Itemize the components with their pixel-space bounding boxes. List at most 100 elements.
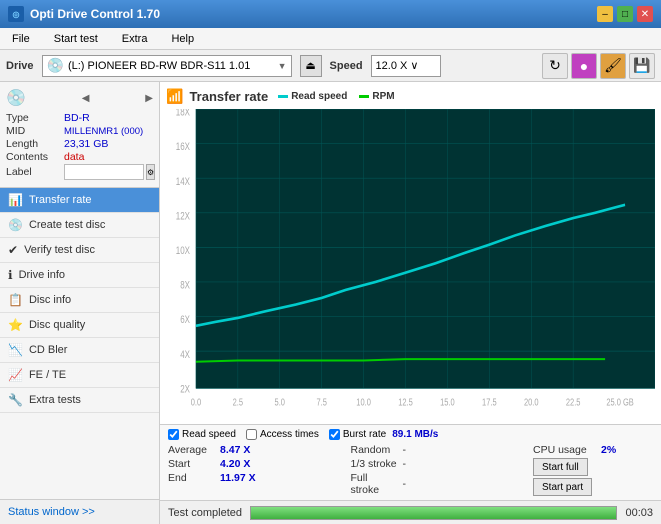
close-button[interactable]: ✕ [637, 6, 653, 22]
svg-text:20.0: 20.0 [524, 397, 539, 408]
stats-start-value: 4.20 X [220, 458, 258, 470]
eject-button[interactable]: ⏏ [300, 55, 322, 77]
svg-text:12X: 12X [176, 209, 191, 221]
stats-end-row: End 11.97 X [168, 472, 351, 484]
menu-start-test[interactable]: Start test [46, 31, 106, 47]
read-speed-checkbox[interactable] [168, 429, 179, 440]
drive-label: Drive [6, 60, 34, 72]
disc-type-value: BD-R [64, 112, 90, 124]
drive-selector[interactable]: 💿 (L:) PIONEER BD-RW BDR-S11 1.01 ▼ [42, 55, 292, 77]
stats-area: Read speed Access times Burst rate 89.1 … [160, 424, 661, 500]
disc-mid-row: MID MILLENMR1 (000) [6, 125, 153, 137]
burst-rate-value: 89.1 MB/s [392, 429, 438, 440]
create-test-disc-icon: 💿 [8, 218, 23, 232]
disc-label-btn[interactable]: ⚙ [146, 164, 155, 180]
toolbar-icons: ↻ ● 🖌 💾 [542, 53, 655, 79]
status-window-button[interactable]: Status window >> [0, 499, 159, 524]
svg-text:2.5: 2.5 [233, 397, 243, 408]
stats-random-label: Random [351, 444, 399, 456]
drive-info-icon: ℹ [8, 268, 13, 282]
stats-average-label: Average [168, 444, 216, 456]
nav-item-disc-quality[interactable]: ⭐ Disc quality [0, 313, 159, 338]
nav-item-cd-bler-label: CD Bler [29, 344, 68, 356]
disc-type-row: Type BD-R [6, 112, 153, 124]
drive-bar: Drive 💿 (L:) PIONEER BD-RW BDR-S11 1.01 … [0, 50, 661, 82]
legend-rpm-label: RPM [372, 91, 394, 102]
stats-cpu-label: CPU usage [533, 444, 597, 456]
svg-text:14X: 14X [176, 175, 191, 187]
access-times-checkbox[interactable] [246, 429, 257, 440]
disc-label-input[interactable] [64, 164, 144, 180]
start-full-button[interactable]: Start full [533, 458, 588, 476]
svg-text:12.5: 12.5 [398, 397, 413, 408]
refresh-button[interactable]: ↻ [542, 53, 568, 79]
disc-mid-value: MILLENMR1 (000) [64, 126, 143, 137]
stats-cpu-row: CPU usage 2% [533, 444, 639, 456]
checkbox-access-times[interactable]: Access times [246, 429, 319, 440]
burst-rate-checkbox[interactable] [329, 429, 340, 440]
legend-read-dot [278, 95, 288, 98]
disc-nav-next[interactable]: ▶ [145, 93, 153, 104]
fe-te-icon: 📈 [8, 368, 23, 382]
content-area: 📶 Transfer rate Read speed RPM [160, 82, 661, 524]
disc-length-value: 23,31 GB [64, 138, 108, 150]
stats-checkboxes: Read speed Access times Burst rate 89.1 … [168, 429, 653, 440]
svg-text:6X: 6X [180, 313, 190, 325]
nav-item-create-test-disc[interactable]: 💿 Create test disc [0, 213, 159, 238]
stats-full-stroke-label: Full stroke [351, 472, 399, 496]
maximize-button[interactable]: □ [617, 6, 633, 22]
stats-start-row: Start 4.20 X [168, 458, 351, 470]
nav-item-verify-test-disc-label: Verify test disc [24, 244, 95, 256]
disc-nav-prev[interactable]: ◀ [82, 93, 90, 104]
legend-read-label: Read speed [291, 91, 347, 102]
disc-length-label: Length [6, 138, 64, 150]
sidebar: 💿 ◀ ▶ Type BD-R MID MILLENMR1 (000) Leng… [0, 82, 160, 524]
cd-bler-icon: 📉 [8, 343, 23, 357]
app-icon: ◎ [8, 6, 24, 22]
stats-end-value: 11.97 X [220, 472, 258, 484]
nav-items: 📊 Transfer rate 💿 Create test disc ✔ Ver… [0, 188, 159, 499]
disc-contents-label: Contents [6, 151, 64, 163]
nav-item-transfer-rate[interactable]: 📊 Transfer rate [0, 188, 159, 213]
svg-text:15.0: 15.0 [440, 397, 455, 408]
nav-item-disc-info[interactable]: 📋 Disc info [0, 288, 159, 313]
checkbox-burst-rate[interactable]: Burst rate 89.1 MB/s [329, 429, 439, 440]
disc-quality-icon: ⭐ [8, 318, 23, 332]
stats-end-label: End [168, 472, 216, 484]
svg-text:0.0: 0.0 [191, 397, 201, 408]
status-window-label: Status window >> [8, 506, 95, 518]
svg-text:5.0: 5.0 [275, 397, 285, 408]
verify-test-disc-icon: ✔ [8, 243, 18, 257]
disc-length-row: Length 23,31 GB [6, 138, 153, 150]
checkbox-read-speed[interactable]: Read speed [168, 429, 236, 440]
legend-rpm: RPM [359, 91, 394, 102]
nav-item-drive-info[interactable]: ℹ Drive info [0, 263, 159, 288]
chart-svg-container: 18X 16X 14X 12X 10X 8X 6X 4X 2X 0.0 2.5 … [166, 109, 655, 415]
minimize-button[interactable]: – [597, 6, 613, 22]
menu-extra[interactable]: Extra [114, 31, 156, 47]
disc-info-panel: 💿 ◀ ▶ Type BD-R MID MILLENMR1 (000) Leng… [0, 82, 159, 188]
menu-help[interactable]: Help [163, 31, 202, 47]
burst-rate-checkbox-label: Burst rate [343, 429, 386, 440]
skin-button[interactable]: 🖌 [600, 53, 626, 79]
nav-item-fe-te[interactable]: 📈 FE / TE [0, 363, 159, 388]
svg-text:17.5: 17.5 [482, 397, 497, 408]
nav-item-extra-tests[interactable]: 🔧 Extra tests [0, 388, 159, 413]
menu-file[interactable]: File [4, 31, 38, 47]
nav-item-verify-test-disc[interactable]: ✔ Verify test disc [0, 238, 159, 263]
save-button[interactable]: 💾 [629, 53, 655, 79]
svg-text:8X: 8X [180, 278, 190, 290]
speed-selector[interactable]: 12.0 X ∨ [371, 55, 441, 77]
nav-item-cd-bler[interactable]: 📉 CD Bler [0, 338, 159, 363]
stats-average-row: Average 8.47 X [168, 444, 351, 456]
stats-stroke-value: - [403, 458, 441, 470]
nav-item-transfer-rate-label: Transfer rate [29, 194, 92, 206]
chart-container: 📶 Transfer rate Read speed RPM [160, 82, 661, 424]
disc-type-label: Type [6, 112, 64, 124]
nav-item-drive-info-label: Drive info [19, 269, 65, 281]
start-part-button[interactable]: Start part [533, 478, 592, 496]
stats-start-label: Start [168, 458, 216, 470]
chart-title-text: Transfer rate [189, 89, 268, 104]
chart-svg: 18X 16X 14X 12X 10X 8X 6X 4X 2X 0.0 2.5 … [166, 109, 655, 415]
settings-button[interactable]: ● [571, 53, 597, 79]
